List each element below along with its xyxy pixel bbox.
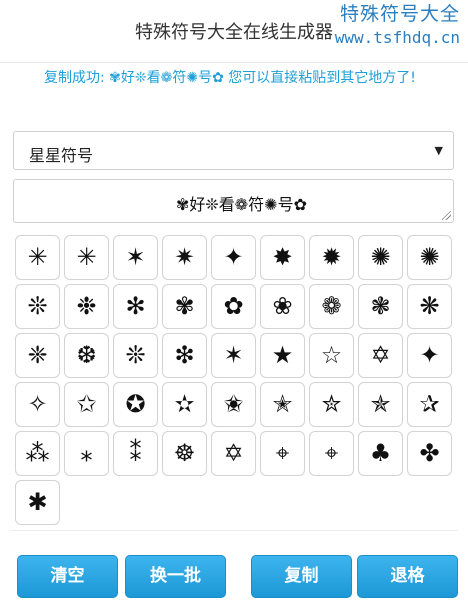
symbol-key[interactable]: ✬	[211, 382, 256, 427]
symbol-key[interactable]: ✭	[260, 382, 305, 427]
symbol-key[interactable]: ✡	[358, 333, 403, 378]
symbol-key[interactable]: ❁	[309, 284, 354, 329]
symbol-key[interactable]: ✧	[15, 382, 60, 427]
symbol-key[interactable]: ✷	[162, 235, 207, 280]
symbol-key[interactable]: ❊	[113, 333, 158, 378]
symbol-key[interactable]: ❆	[64, 333, 109, 378]
symbol-key[interactable]: ✺	[358, 235, 403, 280]
symbol-key[interactable]: ✻	[113, 284, 158, 329]
symbol-key[interactable]: ✡	[211, 431, 256, 476]
symbol-key[interactable]: ✶	[113, 235, 158, 280]
symbol-key[interactable]: ✳	[15, 235, 60, 280]
symbol-key[interactable]: ✺	[407, 235, 452, 280]
symbol-key[interactable]: ⌖	[309, 431, 354, 476]
symbol-key[interactable]: ✦	[211, 235, 256, 280]
symbol-key[interactable]: ❊	[15, 284, 60, 329]
header-bar: 特殊符号大全在线生成器 特殊符号大全 www.tsfhdq.cn	[0, 0, 468, 63]
symbol-key[interactable]: ✫	[162, 382, 207, 427]
symbol-key[interactable]: ✿	[211, 284, 256, 329]
symbol-key[interactable]: ⁎	[64, 431, 109, 476]
output-text: ✾好❊看❁符✺号✿	[175, 195, 307, 214]
symbol-key[interactable]: ✳	[64, 235, 109, 280]
symbol-key[interactable]: ❉	[64, 284, 109, 329]
symbol-key[interactable]: ✸	[260, 235, 305, 280]
category-select[interactable]: 星星符号 ▼	[13, 131, 454, 170]
symbol-key[interactable]: ✪	[113, 382, 158, 427]
output-textarea[interactable]: ✾好❊看❁符✺号✿	[13, 179, 454, 223]
symbol-key[interactable]: ✩	[64, 382, 109, 427]
symbol-key[interactable]: ✯	[358, 382, 403, 427]
symbol-key[interactable]: ✮	[309, 382, 354, 427]
category-select-value: 星星符号	[29, 146, 94, 165]
watermark-site-name: 特殊符号大全	[339, 3, 460, 25]
site-watermark: 特殊符号大全 www.tsfhdq.cn	[335, 2, 460, 50]
symbol-key[interactable]: ✤	[407, 431, 452, 476]
symbol-key[interactable]: ⌖	[260, 431, 305, 476]
refresh-batch-button[interactable]: 换一批	[125, 555, 226, 598]
chevron-down-icon: ▼	[434, 144, 443, 157]
backspace-button[interactable]: 退格	[357, 555, 458, 598]
resize-handle-icon[interactable]	[442, 211, 451, 220]
symbol-key[interactable]: ★	[260, 333, 305, 378]
symbol-key[interactable]: ❋	[407, 284, 452, 329]
symbol-key[interactable]: ✾	[162, 284, 207, 329]
symbol-key[interactable]: ✰	[407, 382, 452, 427]
symbol-key[interactable]: ⁂	[15, 431, 60, 476]
symbol-key[interactable]: ❃	[358, 284, 403, 329]
symbol-key[interactable]: ❇	[162, 333, 207, 378]
symbol-key[interactable]: ✶	[211, 333, 256, 378]
symbol-key[interactable]: ☆	[309, 333, 354, 378]
symbol-key[interactable]: ☸	[162, 431, 207, 476]
copy-button[interactable]: 复制	[251, 555, 352, 598]
symbol-key[interactable]: ♣	[358, 431, 403, 476]
symbol-key[interactable]: ✦	[407, 333, 452, 378]
symbol-key[interactable]: ❈	[15, 333, 60, 378]
clear-button[interactable]: 清空	[17, 555, 118, 598]
symbol-key[interactable]: ✹	[309, 235, 354, 280]
symbol-key[interactable]: ❀	[260, 284, 305, 329]
divider	[10, 530, 458, 531]
watermark-url: www.tsfhdq.cn	[334, 28, 460, 47]
copy-status-message: 复制成功: ✾好❊看❁符✺号✿ 您可以直接粘贴到其它地方了!	[44, 70, 416, 86]
symbol-key[interactable]: ✱	[15, 480, 60, 525]
symbol-key[interactable]: ⁑	[113, 431, 158, 476]
